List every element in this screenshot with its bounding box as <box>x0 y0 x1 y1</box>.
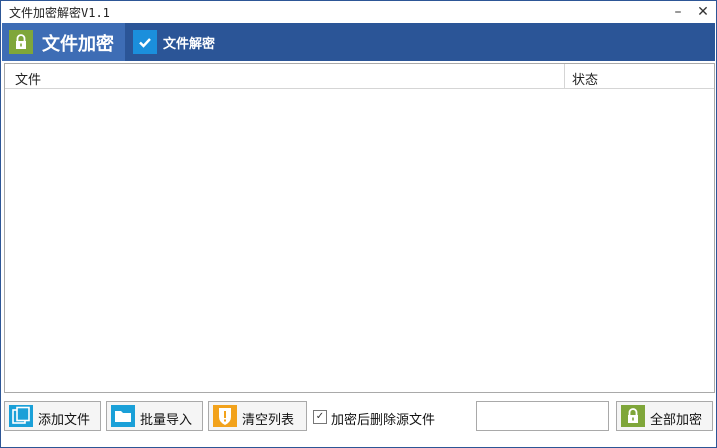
clear-list-button[interactable]: 清空列表 <box>208 401 307 431</box>
encrypt-all-label: 全部加密 <box>650 413 703 428</box>
files-icon <box>9 405 33 427</box>
delete-source-label[interactable]: 加密后删除源文件 <box>331 409 435 428</box>
column-header-file[interactable]: 文件 <box>15 69 41 88</box>
file-list-header: 文件 状态 <box>5 64 714 89</box>
column-header-status[interactable]: 状态 <box>572 69 598 88</box>
lock-icon <box>9 30 33 54</box>
add-file-label: 添加文件 <box>38 413 91 428</box>
clear-list-label: 清空列表 <box>242 413 295 428</box>
add-file-button[interactable]: 添加文件 <box>4 401 101 431</box>
password-field[interactable] <box>476 401 609 431</box>
tab-file-encrypt-label: 文件加密 <box>42 34 114 55</box>
file-list[interactable]: 文件 状态 <box>4 63 715 393</box>
app-window: 文件加密解密V1.1 – ✕ 文件加密 文件解密 文件 状态 添加文件 批量导入… <box>0 0 717 448</box>
title-bar: 文件加密解密V1.1 – ✕ <box>1 1 716 23</box>
tab-file-decrypt[interactable]: 文件解密 <box>126 23 226 61</box>
tab-file-encrypt[interactable]: 文件加密 <box>2 23 125 61</box>
batch-import-button[interactable]: 批量导入 <box>106 401 203 431</box>
tab-file-decrypt-label: 文件解密 <box>163 37 216 52</box>
delete-source-checkbox[interactable]: ✓ <box>313 410 327 424</box>
close-icon: ✕ <box>697 4 709 20</box>
tab-bar: 文件加密 文件解密 <box>2 23 715 61</box>
minimize-icon: – <box>674 4 682 20</box>
close-button[interactable]: ✕ <box>693 3 713 21</box>
minimize-button[interactable]: – <box>668 3 688 21</box>
column-divider[interactable] <box>564 64 565 88</box>
check-icon <box>133 30 157 54</box>
batch-import-label: 批量导入 <box>140 413 193 428</box>
encrypt-all-button[interactable]: 全部加密 <box>616 401 713 431</box>
window-title: 文件加密解密V1.1 <box>9 6 110 20</box>
folder-icon <box>111 405 135 427</box>
lock-icon <box>621 405 645 427</box>
warning-shield-icon <box>213 405 237 427</box>
